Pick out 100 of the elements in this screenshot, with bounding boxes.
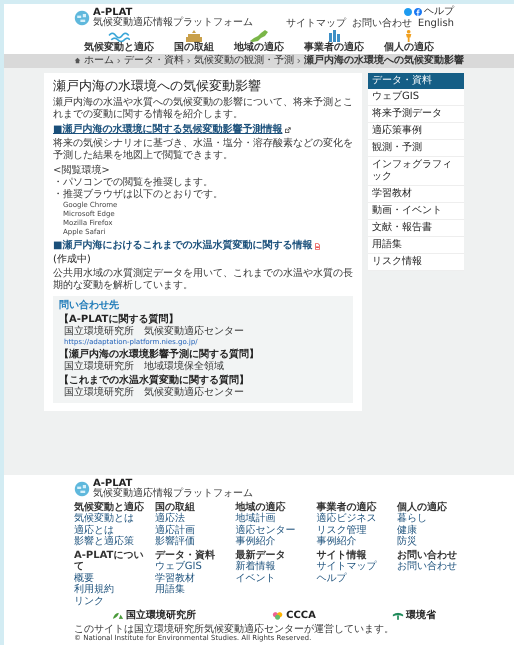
chevron-icon <box>117 58 121 64</box>
sidebar-item[interactable]: 学習教材 <box>368 186 464 202</box>
footer-link[interactable]: サイトマップ <box>316 561 394 573</box>
wave-logo-icon <box>392 611 404 620</box>
sidebar-item[interactable]: 動画・イベント <box>368 202 464 220</box>
status-note: (作成中) <box>53 254 91 266</box>
wave-icon <box>108 30 130 42</box>
breadcrumb-link[interactable]: データ・資料 <box>124 55 184 66</box>
contact-label: 【瀬戸内海の水環境影響予測に関する質問】 <box>59 348 260 360</box>
sidebar-item[interactable]: リスク情報 <box>368 254 464 270</box>
sidebar-item[interactable]: ウェブGIS <box>368 88 464 106</box>
footer-heading[interactable]: サイト情報 <box>316 550 394 562</box>
leaf-logo-icon <box>112 611 124 620</box>
footer-heading[interactable]: 地域の適応 <box>236 502 312 514</box>
nav-item[interactable]: 気候変動と適応 <box>84 30 154 53</box>
footer-link[interactable]: 新着情報 <box>236 561 312 573</box>
logo-subtitle: 気候変動適応情報プラットフォーム <box>93 488 253 499</box>
external-link-icon <box>284 126 292 134</box>
globe-logo-icon <box>74 480 90 497</box>
buildings-icon <box>328 30 340 42</box>
footer-heading[interactable]: お問い合わせ <box>397 550 474 562</box>
logo-title[interactable]: A-PLAT <box>93 478 253 489</box>
environment-note: ・パソコンでの閲覧を推奨します。 <box>53 177 214 188</box>
footer-heading[interactable]: A-PLATについて <box>74 550 151 573</box>
contact-text: 国立環境研究所 気候変動適応センター <box>63 326 245 338</box>
footer-link[interactable]: 影響評価 <box>154 536 232 548</box>
footer-link[interactable]: お問い合わせ <box>397 561 474 573</box>
sidebar-item[interactable]: 用語集 <box>368 236 464 254</box>
help-link[interactable]: ヘルプ <box>424 7 454 17</box>
partner-logo-text[interactable]: CCCA <box>286 610 316 622</box>
logo-title[interactable]: A-PLAT <box>93 8 253 18</box>
nav-item[interactable]: 事業者の適応 <box>304 30 364 53</box>
contact-text: 国立環境研究所 気候変動適応センター <box>63 386 245 399</box>
pdf-icon[interactable] <box>314 242 322 250</box>
chevron-icon <box>187 58 191 64</box>
section-text: 公共用水域の水質測定データを用いて、これまでの水温や水質の長期的な変動を解析しています。 <box>53 268 353 292</box>
contact-label: 【これまでの水温水質変動に関する質問】 <box>59 374 250 386</box>
logo-subtitle: 気候変動適応情報プラットフォーム <box>93 18 253 28</box>
footer-link[interactable]: 適応センター <box>236 524 312 536</box>
sidebar-item[interactable]: 適応策事例 <box>368 122 464 140</box>
home-icon <box>74 57 81 64</box>
footer-link[interactable]: 学習教材 <box>154 572 232 584</box>
sidebar-item[interactable]: 文献・報告書 <box>368 220 464 236</box>
footer-link[interactable]: 事例紹介 <box>236 536 312 548</box>
section-heading[interactable]: ■瀬戸内海の水環境に関する気候変動影響予測情報 <box>53 124 282 136</box>
section-heading: ■瀬戸内海におけるこれまでの水温水質変動に関する情報 <box>53 240 312 252</box>
footer-link[interactable]: 健康 <box>397 524 474 536</box>
utility-link[interactable]: English <box>418 18 454 29</box>
footer-link[interactable]: リスク管理 <box>316 524 394 536</box>
footer-link[interactable]: 利用規約 <box>74 584 151 596</box>
page-title: 瀬戸内海の水環境への気候変動影響 <box>53 78 262 94</box>
flower-logo-icon <box>272 611 284 620</box>
footer-link[interactable]: 用語集 <box>154 584 232 596</box>
sidebar-item[interactable]: 将来予測データ <box>368 106 464 122</box>
breadcrumb-link[interactable]: 気候変動の観測・予測 <box>194 55 294 66</box>
utility-link[interactable]: サイトマップ <box>286 18 346 29</box>
map-icon <box>250 30 268 42</box>
footer-link[interactable]: 適応計画 <box>154 524 232 536</box>
footer-link[interactable]: 適応ビジネス <box>316 513 394 525</box>
footer-heading[interactable]: データ・資料 <box>154 550 232 562</box>
nav-item[interactable]: 国の取組 <box>174 30 214 53</box>
footer-link[interactable]: 影響と適応策 <box>74 536 151 548</box>
footer-heading[interactable]: 事業者の適応 <box>316 502 394 514</box>
nav-item[interactable]: 個人の適応 <box>384 30 434 53</box>
nav-item[interactable]: 地域の適応 <box>234 30 284 53</box>
environment-note: ・推奨ブラウザは以下のとおりです。 <box>53 189 224 202</box>
footer-link[interactable]: ヘルプ <box>316 572 394 584</box>
sidebar-item[interactable]: 観測・予測 <box>368 140 464 156</box>
footer-link[interactable]: イベント <box>236 572 312 584</box>
footer-link[interactable]: 概要 <box>74 572 151 584</box>
sidebar-title: データ・資料 <box>368 72 464 88</box>
sidebar-item[interactable]: インフォグラフィック <box>368 156 464 186</box>
contact-text: 国立環境研究所 地域環境保全領域 <box>63 360 225 373</box>
contact-title: 問い合わせ先 <box>59 300 120 312</box>
footer-link[interactable]: 適応とは <box>74 524 151 536</box>
footer-heading[interactable]: 最新データ <box>236 550 312 562</box>
copyright-text: このサイトは国立環境研究所気候変動適応センターが運営しています。 <box>74 624 395 636</box>
footer-link[interactable]: 防災 <box>397 536 474 548</box>
chevron-icon <box>297 58 301 64</box>
footer-link[interactable]: 地域計画 <box>236 513 312 525</box>
footer-link[interactable]: 暮らし <box>397 513 474 525</box>
building-icon <box>186 30 202 42</box>
facebook-icon[interactable] <box>414 8 422 16</box>
footer-heading[interactable]: 個人の適応 <box>397 502 474 514</box>
footer-heading[interactable]: 気候変動と適応 <box>74 502 151 514</box>
footer-link[interactable]: 気候変動とは <box>74 513 151 525</box>
footer-link[interactable]: ウェブGIS <box>154 561 232 573</box>
footer-link[interactable]: 適応法 <box>154 513 232 525</box>
footer-link[interactable]: 事例紹介 <box>316 536 394 548</box>
breadcrumb-link[interactable]: ホーム <box>84 55 114 66</box>
utility-link[interactable]: お問い合わせ <box>352 18 412 29</box>
footer-link[interactable]: リンク <box>74 596 151 608</box>
social-icon[interactable] <box>404 8 412 16</box>
intro-text: 瀬戸内海の水温や水質への気候変動の影響について、将来予測とこれまでの変動に関する情報を紹介します。 <box>53 97 353 122</box>
partner-logo-text[interactable]: 環境省 <box>406 610 436 622</box>
partner-logo-text[interactable]: 国立環境研究所 <box>126 610 196 622</box>
globe-logo-icon <box>74 10 90 26</box>
section-text: 将来の気候シナリオに基づき、水温・塩分・溶存酸素などの変化を予測した結果を地図上で閲覧できます。 <box>53 138 353 162</box>
environment-label: <閲覧環境> <box>53 165 111 178</box>
footer-heading[interactable]: 国の取組 <box>154 502 232 514</box>
